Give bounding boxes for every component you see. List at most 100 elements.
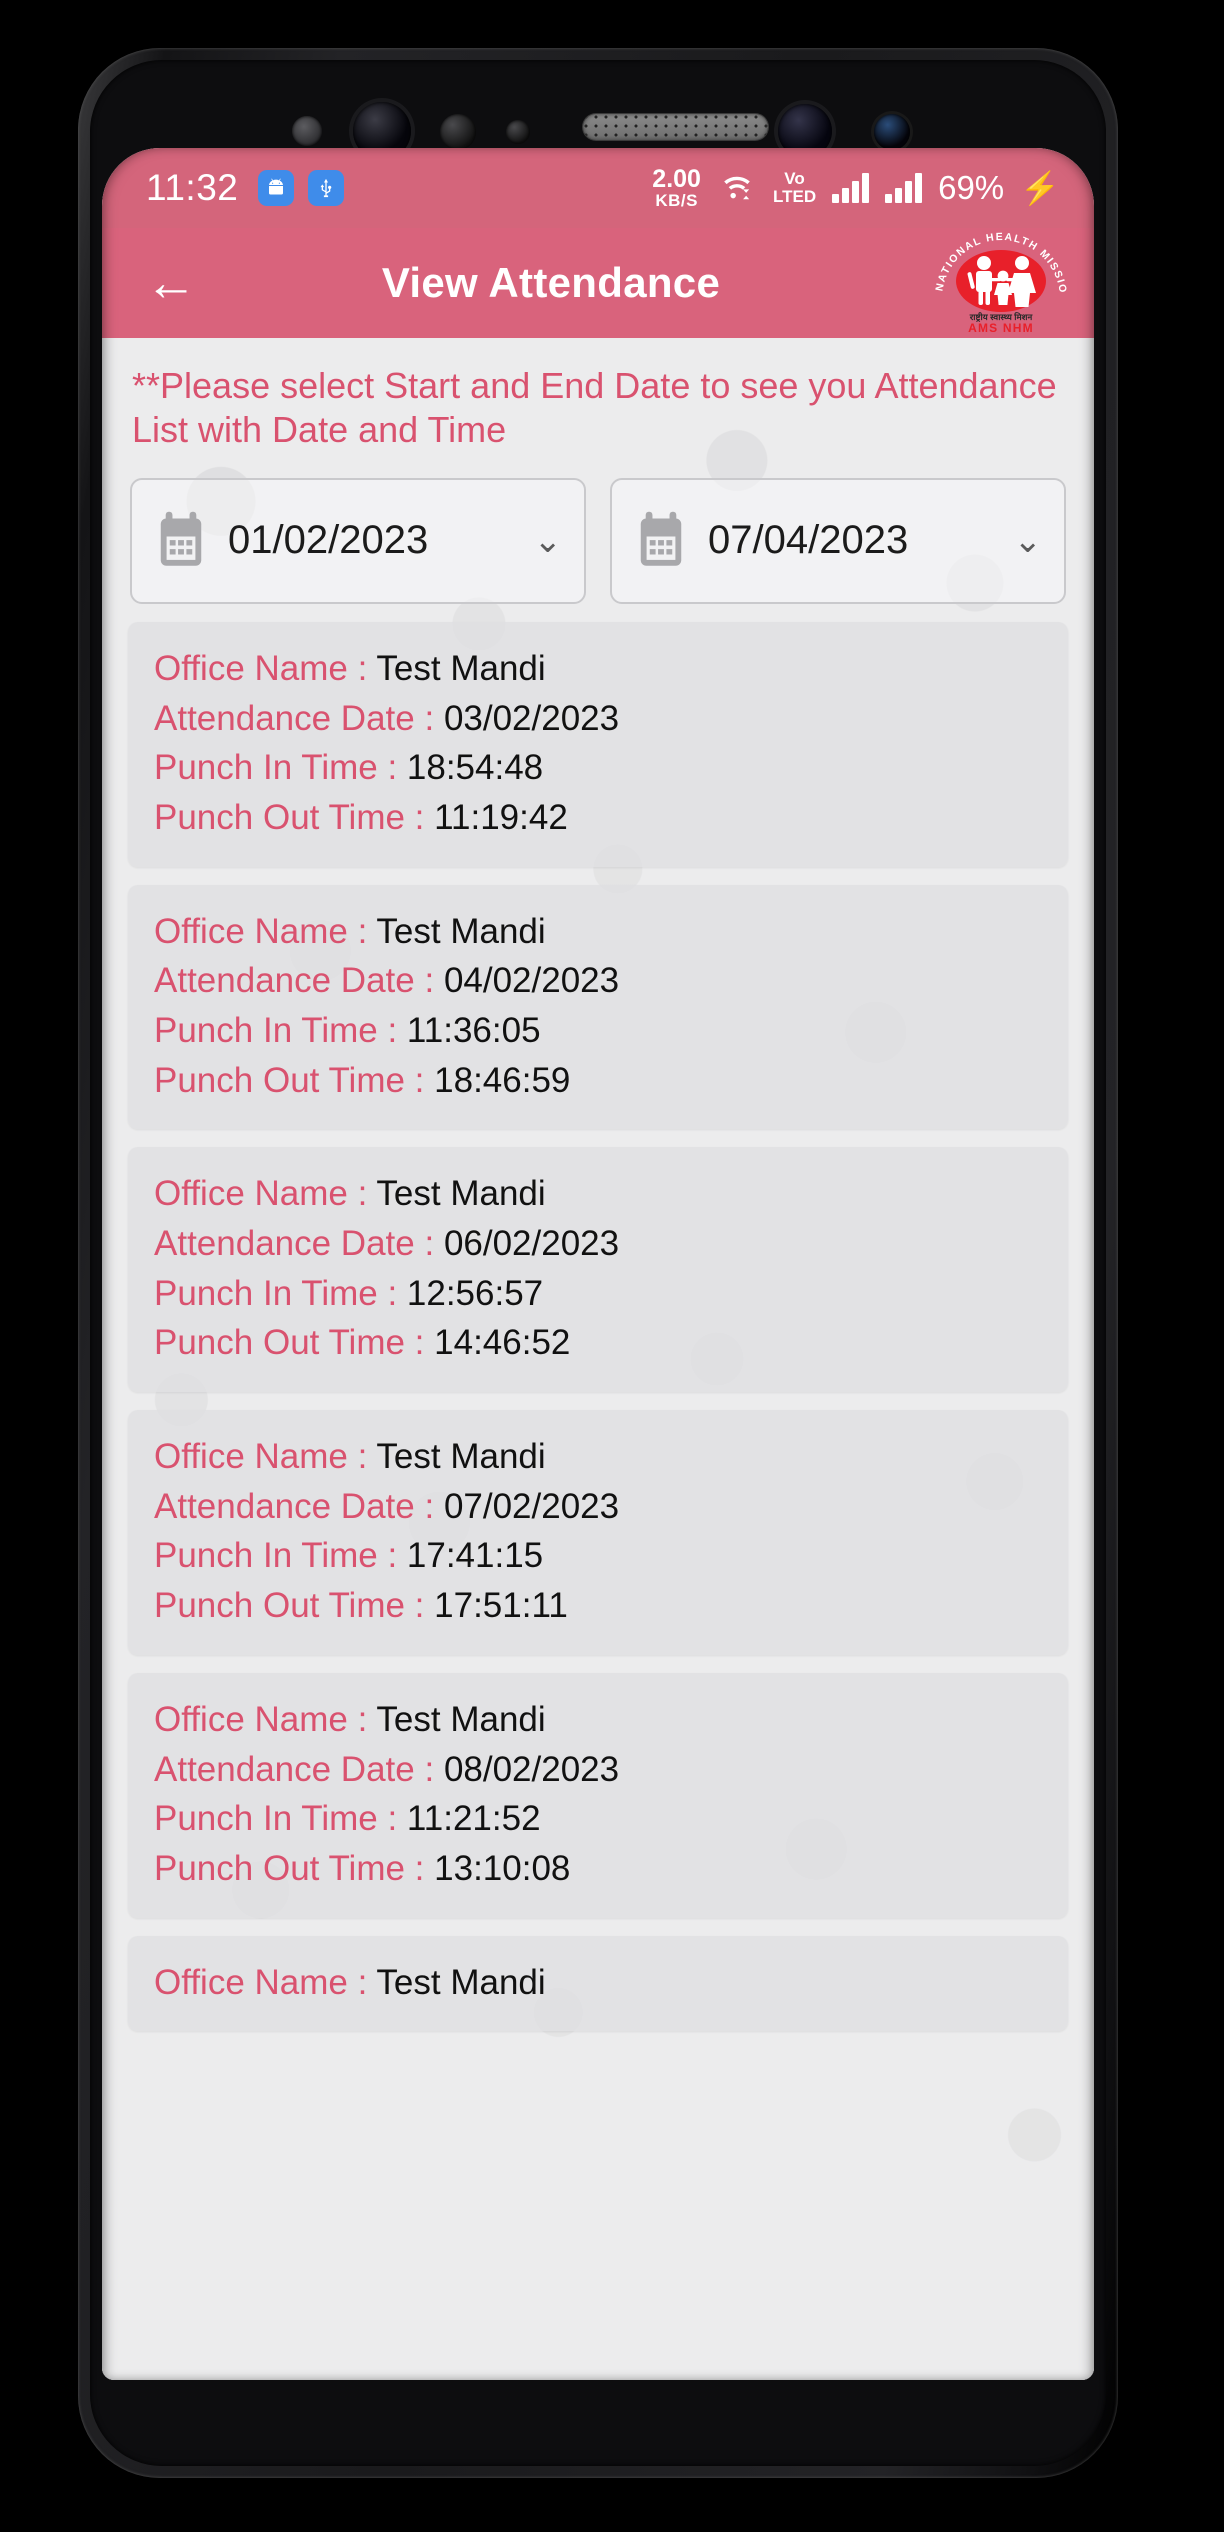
attendance-date-value: 04/02/2023 (443, 961, 620, 1001)
punch-out-row: Punch Out Time : 11:19:42 (154, 793, 1042, 843)
chevron-down-icon[interactable]: ⌄ (534, 521, 563, 561)
attendance-card[interactable]: Office Name : Test Mandi Attendance Date… (128, 621, 1068, 867)
office-name-label: Office Name : (154, 1174, 368, 1214)
punch-out-label: Punch Out Time : (154, 1060, 425, 1100)
page-content: **Please select Start and End Date to se… (102, 338, 1094, 2380)
attendance-date-row: Attendance Date : 04/02/2023 (154, 956, 1042, 1006)
earpiece-speaker-icon (583, 114, 768, 140)
svg-text:AMS NHM: AMS NHM (968, 321, 1034, 335)
punch-in-label: Punch In Time : (154, 1799, 398, 1839)
punch-in-value: 12:56:57 (406, 1273, 544, 1313)
attendance-card[interactable]: Office Name : Test Mandi Attendance Date… (128, 884, 1068, 1130)
punch-out-label: Punch Out Time : (154, 797, 425, 837)
punch-out-label: Punch Out Time : (154, 1586, 425, 1626)
proximity-sensor-icon (440, 114, 476, 150)
volte-icon: Vo LTED (773, 170, 816, 206)
office-name-row: Office Name : Test Mandi (154, 1169, 1042, 1219)
office-name-row: Office Name : Test Mandi (154, 907, 1042, 957)
punch-out-value: 17:51:11 (434, 1586, 568, 1626)
status-bar-clock: 11:32 (146, 167, 239, 208)
attendance-card[interactable]: Office Name : Test Mandi Attendance Date… (128, 1672, 1068, 1918)
status-bar-system-icons: 2.00 KB/S Vo LTED 69% ⚡ (652, 165, 1060, 210)
office-name-row: Office Name : Test Mandi (154, 644, 1042, 694)
punch-out-label: Punch Out Time : (154, 1323, 425, 1363)
scroll-fade (102, 2310, 1094, 2380)
end-date-value: 07/04/2023 (708, 518, 909, 563)
office-name-row: Office Name : Test Mandi (154, 1432, 1042, 1482)
office-name-row: Office Name : Test Mandi (154, 1695, 1042, 1745)
network-speed-value: 2.00 (652, 165, 701, 193)
attendance-date-row: Attendance Date : 08/02/2023 (154, 1745, 1042, 1795)
signal-bars-icon-2 (885, 173, 923, 203)
attendance-date-label: Attendance Date : (154, 1224, 435, 1263)
page-title: View Attendance (381, 259, 721, 306)
punch-in-value: 11:21:52 (406, 1799, 541, 1839)
punch-in-row: Punch In Time : 18:54:48 (154, 743, 1042, 793)
punch-out-value: 18:46:59 (434, 1060, 571, 1100)
status-bar: 11:32 2.00 KB/S Vo LTED 69% ⚡ (102, 148, 1094, 228)
attendance-date-label: Attendance Date : (154, 1486, 435, 1526)
volte-top-label: Vo (784, 169, 805, 189)
wifi-icon (717, 170, 757, 207)
attendance-card[interactable]: Office Name : Test Mandi Attendance Date… (128, 1410, 1068, 1655)
attendance-card[interactable]: Office Name : Test Mandi Attendance Date… (128, 1147, 1068, 1393)
punch-in-value: 18:54:48 (406, 748, 544, 788)
punch-in-row: Punch In Time : 11:21:52 (154, 1794, 1042, 1844)
attendance-date-label: Attendance Date : (154, 698, 435, 738)
chevron-down-icon-2[interactable]: ⌄ (1014, 521, 1043, 561)
attendance-date-row: Attendance Date : 06/02/2023 (154, 1219, 1042, 1269)
punch-in-label: Punch In Time : (154, 1536, 398, 1576)
punch-out-value: 11:19:42 (434, 797, 568, 837)
sensor-icon (292, 116, 322, 146)
punch-in-label: Punch In Time : (154, 1273, 398, 1313)
status-bar-notification-icons (258, 170, 345, 206)
office-name-value: Test Mandi (376, 1962, 546, 2002)
volte-bottom-label: LTED (772, 187, 817, 206)
attendance-list: Office Name : Test Mandi Attendance Date… (102, 604, 1094, 2032)
phone-screen: 11:32 2.00 KB/S Vo LTED 69% ⚡ ← View Att… (102, 148, 1094, 2380)
instruction-text: **Please select Start and End Date to se… (132, 365, 1057, 450)
calendar-icon (154, 511, 208, 571)
punch-in-row: Punch In Time : 12:56:57 (154, 1269, 1042, 1319)
attendance-date-label: Attendance Date : (154, 961, 435, 1001)
attendance-card-partial[interactable]: Office Name : Test Mandi (128, 1935, 1068, 2032)
office-name-value: Test Mandi (376, 911, 546, 951)
punch-out-row: Punch Out Time : 14:46:52 (154, 1318, 1042, 1368)
attendance-date-row: Attendance Date : 07/02/2023 (154, 1482, 1042, 1532)
screenshot-stage: 11:32 2.00 KB/S Vo LTED 69% ⚡ ← View Att… (0, 0, 1224, 2532)
punch-in-row: Punch In Time : 11:36:05 (154, 1006, 1042, 1056)
office-name-label: Office Name : (154, 1962, 368, 2002)
punch-in-value: 17:41:15 (406, 1536, 544, 1576)
attendance-date-value: 03/02/2023 (443, 698, 620, 738)
start-date-value: 01/02/2023 (228, 518, 429, 563)
office-name-label: Office Name : (154, 1699, 368, 1739)
punch-in-label: Punch In Time : (154, 748, 398, 788)
start-date-picker[interactable]: 01/02/2023 ⌄ (130, 477, 586, 604)
light-sensor-icon (506, 120, 530, 144)
punch-out-row: Punch Out Time : 18:46:59 (154, 1056, 1042, 1106)
signal-bars-icon (832, 173, 870, 203)
android-icon (258, 170, 295, 206)
office-name-value: Test Mandi (376, 1174, 546, 1214)
date-filter-row: 01/02/2023 ⌄ 07/04/2023 ⌄ (102, 460, 1094, 604)
office-name-value: Test Mandi (376, 1437, 546, 1477)
office-name-label: Office Name : (154, 648, 368, 688)
attendance-date-value: 06/02/2023 (443, 1224, 620, 1263)
network-speed-unit: KB/S (655, 191, 698, 210)
office-name-label: Office Name : (154, 1437, 368, 1477)
scroll-container[interactable]: **Please select Start and End Date to se… (102, 338, 1094, 2032)
charging-bolt-icon: ⚡ (1020, 170, 1060, 206)
end-date-picker[interactable]: 07/04/2023 ⌄ (610, 477, 1066, 604)
punch-out-label: Punch Out Time : (154, 1848, 425, 1888)
punch-out-row: Punch Out Time : 17:51:11 (154, 1581, 1042, 1631)
punch-out-row: Punch Out Time : 13:10:08 (154, 1844, 1042, 1894)
office-name-row: Office Name : Test Mandi (154, 1958, 1042, 2008)
punch-in-row: Punch In Time : 17:41:15 (154, 1531, 1042, 1581)
punch-in-label: Punch In Time : (154, 1010, 398, 1050)
punch-in-value: 11:36:05 (406, 1010, 541, 1050)
app-bar: ← View Attendance NATIONAL HEALTH MISSIO… (102, 228, 1094, 338)
attendance-date-value: 07/02/2023 (443, 1486, 620, 1526)
battery-percentage: 69% (938, 169, 1005, 206)
usb-icon (308, 170, 345, 206)
attendance-date-row: Attendance Date : 03/02/2023 (154, 694, 1042, 744)
